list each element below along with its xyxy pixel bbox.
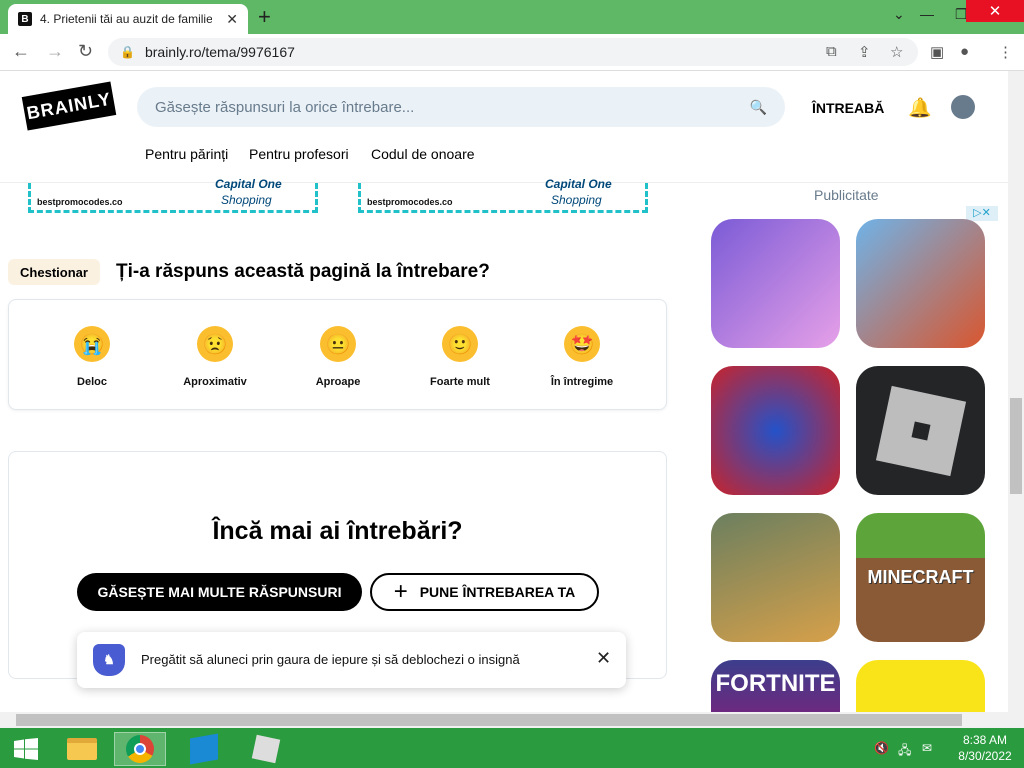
brainly-favicon-icon: B [18, 12, 32, 26]
ad-promo: bestpromocodes.co [37, 197, 123, 207]
roblox-taskbar-icon[interactable] [240, 732, 292, 766]
browser-tabstrip: B 4. Prietenii tăi au auzit de familie ✕… [0, 0, 1024, 34]
smile-face-icon: 🙂 [442, 326, 478, 362]
start-icon[interactable] [0, 732, 52, 766]
toast-message: Pregătit să aluneci prin gaura de iepure… [141, 652, 520, 667]
vertical-scrollbar[interactable] [1008, 71, 1024, 712]
minimize-icon[interactable]: — [920, 6, 934, 22]
game-ad-anime[interactable] [711, 219, 840, 348]
poll-option-aproape[interactable]: 😐 Aproape [283, 326, 393, 388]
more-questions-title: Încă mai ai întrebări? [212, 517, 463, 545]
poll-option-label: În întregime [550, 376, 614, 388]
ask-button[interactable]: ÎNTREABĂ [812, 100, 884, 116]
site-header: BRAINLY Găsește răspunsuri la orice într… [0, 71, 1008, 183]
menu-kebab-icon[interactable]: ⋮ [998, 43, 1013, 61]
side-panel-icon[interactable]: ▣ [930, 43, 944, 61]
ask-question-label: PUNE ÎNTREBAREA TA [419, 584, 576, 600]
poll-option-label: Aproape [315, 376, 361, 388]
forward-icon[interactable]: → [46, 41, 64, 62]
ad-brand: Capital One [545, 177, 612, 191]
star-eyes-face-icon: 🤩 [564, 326, 600, 362]
ask-question-button[interactable]: + PUNE ÎNTREBAREA TA [370, 573, 599, 611]
neutral-face-icon: 😐 [320, 326, 356, 362]
network-icon[interactable]: 🖧 [898, 741, 911, 762]
brainly-logo[interactable]: BRAINLY [21, 81, 117, 131]
poll-question: Ți-a răspuns această pagină la întrebare… [116, 261, 490, 282]
windows-taskbar [0, 728, 1024, 768]
game-ad-roblox[interactable] [856, 366, 985, 495]
action-center-icon[interactable]: ✉ [922, 741, 932, 755]
nav-honor-code[interactable]: Codul de onoare [371, 146, 475, 162]
avatar[interactable] [951, 95, 975, 119]
achievement-toast: ♞ Pregătit să aluneci prin gaura de iepu… [77, 632, 626, 688]
profile-icon[interactable]: ● [960, 43, 969, 60]
ad-banner[interactable]: Capital One bestpromocodes.co Shopping [358, 177, 648, 213]
reload-icon[interactable]: ↻ [78, 41, 93, 62]
clock-time: 8:38 AM [962, 733, 1008, 747]
store-icon[interactable] [178, 732, 230, 766]
chrome-icon[interactable] [114, 732, 166, 766]
toast-close-icon[interactable]: ✕ [596, 648, 611, 669]
poll-option-deloc[interactable]: 😭 Deloc [37, 326, 147, 388]
game-ad-huggy[interactable] [711, 366, 840, 495]
poll-option-foarte-mult[interactable]: 🙂 Foarte mult [405, 326, 515, 388]
roblox-logo-icon [875, 385, 966, 476]
game-ad-subway-surfers[interactable] [856, 219, 985, 348]
poll-option-label: Deloc [77, 376, 107, 388]
tab-title: 4. Prietenii tăi au auzit de familie [40, 12, 212, 26]
crying-face-icon: 😭 [74, 326, 110, 362]
ad-promo: bestpromocodes.co [367, 197, 453, 207]
address-bar[interactable]: 🔒 brainly.ro/tema/9976167 [108, 38, 918, 66]
vertical-scroll-thumb[interactable] [1010, 398, 1022, 494]
browser-tab[interactable]: B 4. Prietenii tăi au auzit de familie ✕ [8, 4, 248, 34]
adchoices-icon[interactable]: ▷✕ [966, 206, 998, 221]
search-icon[interactable]: 🔍 [750, 99, 767, 116]
ads-label: Publicitate [814, 187, 879, 203]
bookmark-star-icon[interactable]: ☆ [890, 43, 903, 61]
translate-icon[interactable]: ⧉ [826, 43, 837, 60]
url-text: brainly.ro/tema/9976167 [144, 44, 295, 60]
browser-toolbar: ← → ↻ 🔒 brainly.ro/tema/9976167 ⧉ ⇪ ☆ ▣ … [0, 34, 1024, 71]
poll-option-label: Aproximativ [183, 376, 247, 388]
volume-muted-icon[interactable]: 🔇 [874, 741, 889, 755]
horizontal-scroll-thumb[interactable] [16, 714, 962, 726]
find-more-answers-button[interactable]: GĂSEȘTE MAI MULTE RĂSPUNSURI [77, 573, 362, 611]
badge-shield-icon: ♞ [93, 644, 125, 676]
game-ad-minecraft[interactable]: MINECRAFT [856, 513, 985, 642]
bell-icon[interactable]: 🔔 [908, 96, 932, 120]
ad-shopping: Shopping [551, 193, 602, 207]
tab-close-icon[interactable]: ✕ [226, 11, 238, 28]
game-ad-among-us[interactable] [856, 660, 985, 712]
game-ad-free-fire[interactable] [711, 513, 840, 642]
search-input[interactable]: Găsește răspunsuri la orice întrebare...… [137, 87, 785, 127]
ad-brand: Capital One [215, 177, 282, 191]
poll-option-in-intregime[interactable]: 🤩 În întregime [527, 326, 637, 388]
file-explorer-icon[interactable] [56, 732, 108, 766]
tab-search-icon[interactable]: ⌄ [893, 6, 905, 23]
sad-face-icon: 😟 [197, 326, 233, 362]
poll-option-label: Foarte mult [430, 376, 490, 388]
taskbar-clock[interactable]: 8:38 AM 8/30/2022 [952, 732, 1018, 764]
share-icon[interactable]: ⇪ [858, 43, 871, 61]
poll-badge: Chestionar [8, 259, 100, 285]
back-icon[interactable]: ← [12, 41, 30, 62]
window-close-icon[interactable]: ✕ [966, 0, 1024, 22]
game-ad-fortnite[interactable]: FORTNITE [711, 660, 840, 712]
poll-option-aproximativ[interactable]: 😟 Aproximativ [160, 326, 270, 388]
clock-date: 8/30/2022 [958, 749, 1012, 763]
new-tab-icon[interactable]: + [258, 6, 271, 28]
plus-icon: + [393, 578, 408, 605]
lock-icon: 🔒 [120, 45, 135, 59]
ad-banner[interactable]: Capital One bestpromocodes.co Shopping [28, 177, 318, 213]
ad-shopping: Shopping [221, 193, 272, 207]
nav-teachers[interactable]: Pentru profesori [249, 146, 349, 162]
nav-parents[interactable]: Pentru părinți [145, 146, 228, 162]
search-placeholder: Găsește răspunsuri la orice întrebare... [155, 98, 415, 116]
